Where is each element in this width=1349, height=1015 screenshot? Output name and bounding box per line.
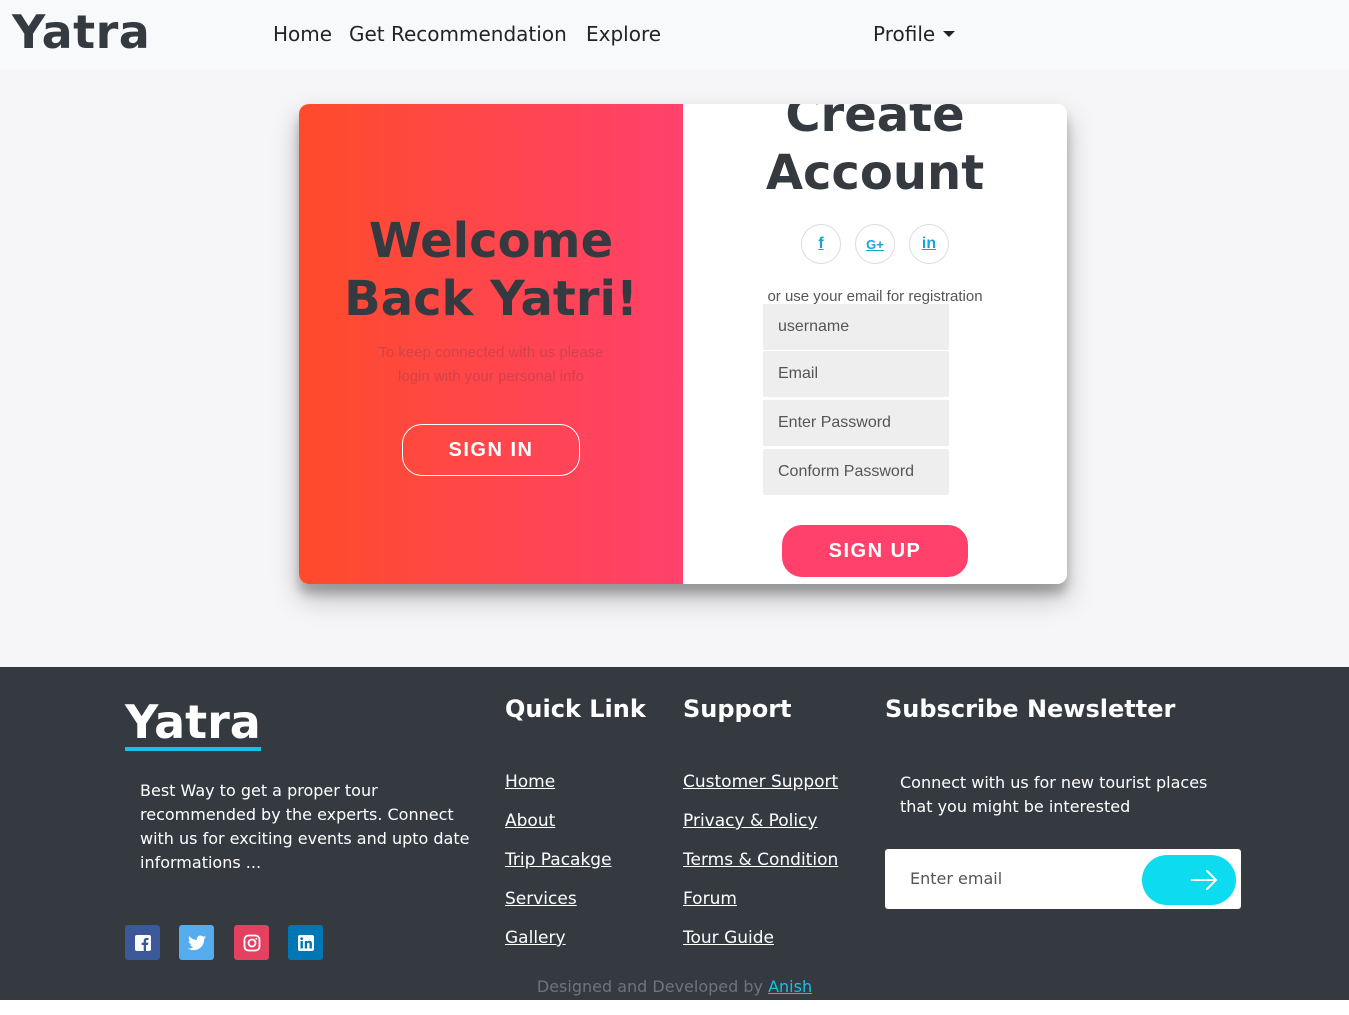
subscribe-button[interactable]: [1142, 855, 1236, 905]
footer-link-terms-condition[interactable]: Terms & Condition: [683, 850, 838, 870]
welcome-panel: Welcome Back Yatri! To keep connected wi…: [299, 104, 683, 584]
profile-label: Profile: [873, 22, 936, 46]
footer-link-forum[interactable]: Forum: [683, 889, 737, 909]
footer-link-privacy-policy[interactable]: Privacy & Policy: [683, 811, 818, 831]
arrow-right-icon: [1191, 869, 1217, 890]
create-title-line1: Create: [785, 104, 965, 143]
caret-down-icon: [943, 30, 956, 37]
welcome-title-line1: Welcome: [368, 213, 614, 269]
footer-description: Best Way to get a proper tour recommende…: [140, 781, 470, 872]
profile-dropdown[interactable]: Profile: [873, 22, 956, 46]
footer-link-tour-guide[interactable]: Tour Guide: [683, 928, 774, 948]
footer-link-home[interactable]: Home: [505, 772, 555, 792]
username-input[interactable]: username: [763, 304, 949, 350]
credit-text: Designed and Developed by: [536, 977, 769, 996]
password-input[interactable]: Enter Password: [763, 400, 949, 446]
credit-author-link[interactable]: Anish: [768, 977, 812, 996]
create-title-line2: Account: [765, 145, 985, 201]
email-input[interactable]: Email: [763, 351, 949, 397]
nav-home[interactable]: Home: [273, 22, 332, 46]
google-plus-icon[interactable]: G+: [855, 224, 895, 264]
footer-link-trip-package[interactable]: Trip Pacakge: [505, 850, 612, 870]
welcome-title-line2: Back Yatri!: [344, 271, 638, 327]
newsletter-email-input[interactable]: Enter email: [910, 869, 1002, 888]
sign-up-button[interactable]: SIGN UP: [782, 525, 968, 577]
auth-card: Welcome Back Yatri! To keep connected wi…: [299, 104, 1067, 584]
welcome-title: Welcome Back Yatri!: [299, 212, 683, 328]
linkedin-icon[interactable]: in: [909, 224, 949, 264]
support-heading: Support: [683, 695, 792, 723]
navbar: Yatra Home Get Recommendation Explore Pr…: [0, 0, 1349, 70]
facebook-icon[interactable]: [125, 925, 160, 960]
footer-credit: Designed and Developed by Anish: [0, 977, 1349, 996]
nav-get-recommendation[interactable]: Get Recommendation: [349, 22, 567, 46]
welcome-subtitle: To keep connected with us please login w…: [378, 344, 604, 385]
newsletter-text: Connect with us for new tourist places t…: [900, 773, 1208, 816]
create-account-title: Create Account: [683, 104, 1067, 202]
sign-in-button[interactable]: SIGN IN: [402, 424, 580, 476]
footer: Yatra Best Way to get a proper tour reco…: [0, 667, 1349, 1000]
footer-logo[interactable]: Yatra: [125, 697, 261, 751]
instagram-icon[interactable]: [234, 925, 269, 960]
footer-link-gallery[interactable]: Gallery: [505, 928, 566, 948]
footer-link-customer-support[interactable]: Customer Support: [683, 772, 838, 792]
signup-form: Create Account f G+ in or use your email…: [683, 104, 1067, 584]
twitter-icon[interactable]: [179, 925, 214, 960]
brand-logo[interactable]: Yatra: [12, 5, 150, 59]
confirm-password-input[interactable]: Conform Password: [763, 449, 949, 495]
facebook-icon[interactable]: f: [801, 224, 841, 264]
linkedin-icon[interactable]: [288, 925, 323, 960]
nav-explore[interactable]: Explore: [586, 22, 661, 46]
newsletter-form: Enter email: [885, 849, 1241, 909]
footer-link-about[interactable]: About: [505, 811, 555, 831]
newsletter-heading: Subscribe Newsletter: [885, 695, 1176, 723]
registration-hint: or use your email for registration: [767, 288, 983, 305]
quick-link-heading: Quick Link: [505, 695, 646, 723]
footer-link-services[interactable]: Services: [505, 889, 577, 909]
